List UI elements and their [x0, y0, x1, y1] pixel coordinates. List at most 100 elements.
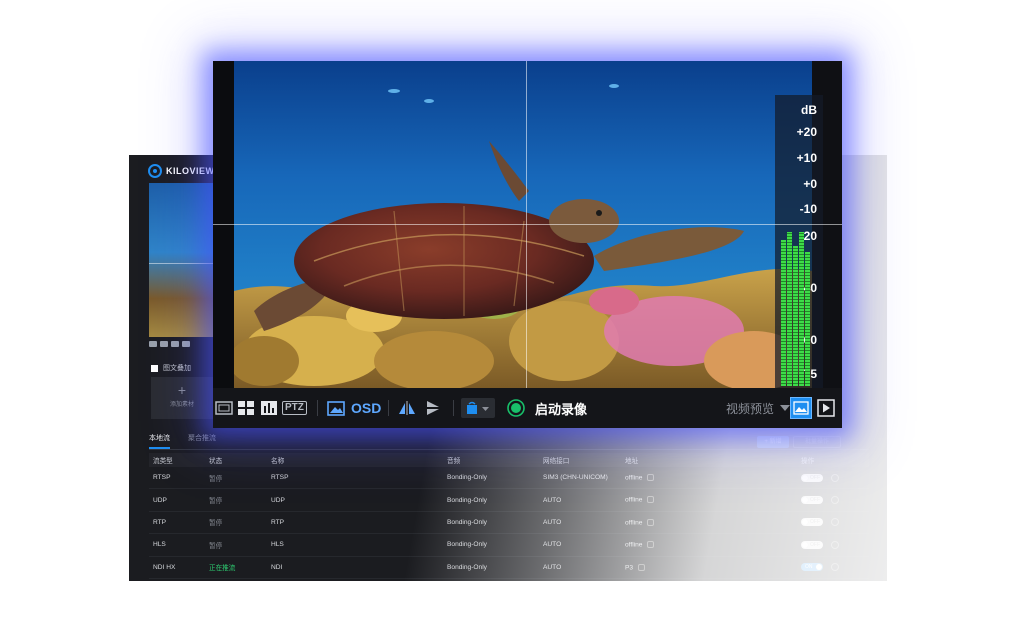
- table-row[interactable]: HLS 暂停 HLS Bonding-Only AUTO offline OFF: [149, 533, 869, 557]
- rotate-dropdown[interactable]: [461, 398, 495, 418]
- osd-button[interactable]: OSD: [327, 398, 381, 418]
- preview-mode-dropdown[interactable]: 视频预览: [726, 398, 791, 418]
- play-icon: [817, 399, 835, 417]
- row-address: offline: [625, 474, 643, 482]
- row-audio: Bonding-Only: [443, 511, 539, 535]
- play-button[interactable]: [817, 398, 835, 418]
- add-material-button[interactable]: + 添加素材: [151, 377, 213, 419]
- row-network: SIM3 (CHN-UNICOM): [539, 467, 621, 490]
- row-address-cell: offline: [621, 467, 797, 490]
- batch-operation-button[interactable]: 批量操作: [793, 436, 841, 448]
- col-name: 名称: [267, 453, 443, 467]
- image-overlay-icon: [327, 401, 345, 416]
- meter-label: +0: [803, 177, 817, 191]
- safe-area-icon: [215, 401, 233, 415]
- thumbnail-guide-line: [149, 263, 213, 264]
- more-icon[interactable]: [831, 473, 839, 482]
- grid-icon[interactable]: [160, 341, 168, 347]
- link-icon[interactable]: [647, 541, 655, 549]
- ptz-button[interactable]: PTZ: [282, 398, 307, 418]
- more-icon[interactable]: [831, 563, 839, 572]
- link-icon[interactable]: [647, 518, 655, 526]
- row-status: 暂停: [205, 511, 267, 535]
- row-network: AUTO: [539, 556, 621, 579]
- mirror-button[interactable]: [397, 398, 417, 418]
- overlay-checkbox[interactable]: [151, 364, 158, 372]
- add-stream-button[interactable]: + 新增: [757, 436, 789, 448]
- row-status: 正在推流: [205, 556, 267, 579]
- stream-tabs: 本地流 聚合推流: [149, 433, 216, 449]
- row-actions: OFF: [797, 533, 869, 557]
- link-icon[interactable]: [647, 474, 655, 482]
- row-name: RTP: [267, 511, 443, 535]
- row-actions: ON: [797, 556, 869, 579]
- row-audio: Bonding-Only: [443, 488, 539, 512]
- col-status: 状态: [205, 453, 267, 467]
- logo-text: KILOVIEW: [166, 166, 215, 176]
- table-row[interactable]: NDI HX 正在推流 NDI Bonding-Only AUTO P3 ON: [149, 556, 869, 579]
- link-icon[interactable]: [647, 496, 655, 504]
- flip-button[interactable]: [425, 398, 441, 418]
- audio-level-bar: [787, 232, 792, 386]
- more-icon[interactable]: [831, 496, 839, 505]
- row-actions: OFF: [797, 467, 869, 490]
- row-network: AUTO: [539, 511, 621, 535]
- audio-level-bar: [781, 240, 786, 386]
- audio-level-bar: [793, 246, 798, 386]
- table-row[interactable]: RTP 暂停 RTP Bonding-Only AUTO offline OFF: [149, 511, 869, 535]
- ptz-label: PTZ: [282, 401, 307, 415]
- audio-level-meter: dB +20 +10 +0 -10 -20 -40 -60 -75: [775, 95, 823, 388]
- row-network: AUTO: [539, 488, 621, 512]
- row-address-cell: offline: [621, 533, 797, 557]
- stream-toggle[interactable]: OFF: [801, 496, 823, 505]
- row-address: offline: [625, 496, 643, 504]
- audio-level-bar: [805, 252, 810, 386]
- snapshot-button[interactable]: [790, 397, 812, 419]
- more-icon[interactable]: [831, 540, 839, 549]
- meter-label: +10: [796, 151, 817, 165]
- grid-button[interactable]: [237, 398, 255, 418]
- row-audio: Bonding-Only: [443, 467, 539, 490]
- row-status: 暂停: [205, 488, 267, 512]
- record-button[interactable]: 启动录像: [507, 398, 587, 418]
- audio-meter-button[interactable]: [260, 398, 278, 418]
- tab-aggregate-push[interactable]: 聚合推流: [188, 433, 216, 449]
- overlay-checkbox-row[interactable]: 图文叠加: [151, 363, 191, 373]
- row-status: 暂停: [205, 467, 267, 490]
- chevron-down-icon: [780, 405, 791, 411]
- row-audio: Bonding-Only: [443, 556, 539, 579]
- table-row[interactable]: RTSP 暂停 RTSP Bonding-Only SIM3 (CHN-UNIC…: [149, 467, 869, 490]
- layout-icon[interactable]: [149, 341, 157, 347]
- guide-line-horizontal: [213, 224, 842, 225]
- row-type: NDI HX: [149, 556, 205, 579]
- meter-icon[interactable]: [171, 341, 179, 347]
- row-address: offline: [625, 519, 643, 527]
- row-address-cell: offline: [621, 511, 797, 535]
- toolbar-separator: [453, 400, 454, 416]
- row-status: 暂停: [205, 533, 267, 557]
- table-row[interactable]: UDP 暂停 UDP Bonding-Only AUTO offline OFF: [149, 488, 869, 512]
- row-name: UDP: [267, 488, 443, 512]
- overlay-label: 图文叠加: [163, 365, 191, 372]
- add-material-label: 添加素材: [169, 402, 194, 408]
- stream-toggle[interactable]: OFF: [801, 540, 823, 549]
- col-stream-type: 流类型: [149, 453, 205, 467]
- stream-toggle[interactable]: OFF: [801, 473, 823, 482]
- link-icon[interactable]: [638, 563, 646, 571]
- row-type: UDP: [149, 488, 205, 512]
- record-icon: [507, 399, 525, 417]
- stream-toggle[interactable]: ON: [801, 563, 823, 572]
- more-icon[interactable]: [831, 518, 839, 527]
- row-address-cell: offline: [621, 488, 797, 512]
- tab-local-stream[interactable]: 本地流: [149, 433, 170, 449]
- video-thumbnail: [149, 183, 213, 337]
- audio-level-bar: [799, 232, 804, 386]
- table-header: 流类型 状态 名称 音频 网络接口 地址 操作: [149, 453, 869, 467]
- rotate-icon: [467, 401, 489, 414]
- stream-toggle[interactable]: OFF: [801, 518, 823, 527]
- thumbnail-tool-icons: [149, 341, 190, 347]
- logo-mark-icon: [148, 164, 162, 178]
- image-icon: [790, 397, 812, 419]
- ptz-icon[interactable]: [182, 341, 190, 347]
- safe-area-button[interactable]: [215, 398, 233, 418]
